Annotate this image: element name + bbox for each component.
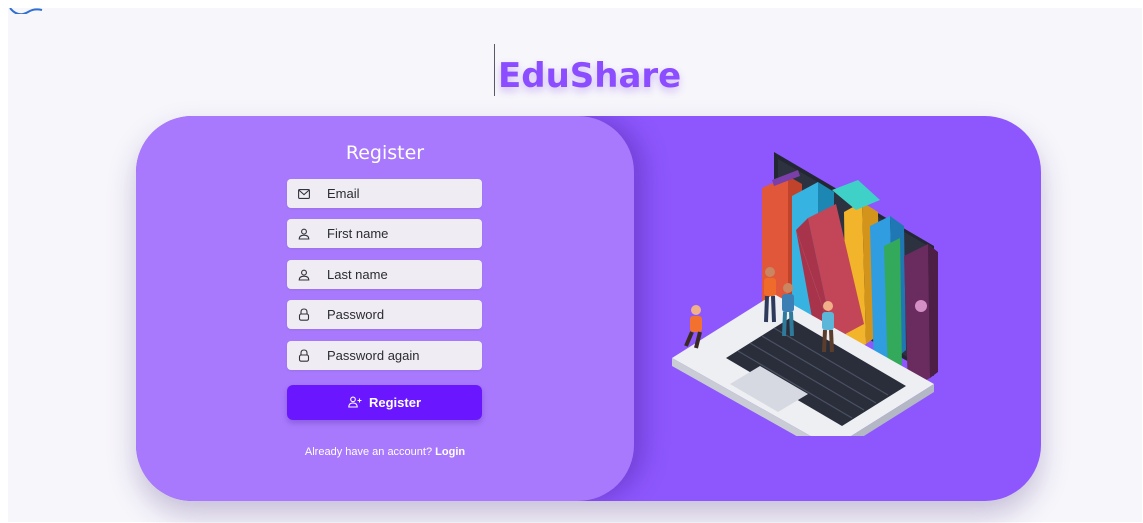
- app-logo: EduShare: [498, 56, 682, 96]
- laptop-books-illustration: [666, 146, 946, 456]
- first-name-field[interactable]: First name: [287, 219, 482, 248]
- corner-artifact-icon: [8, 8, 44, 14]
- register-button[interactable]: Register: [287, 385, 482, 420]
- register-card: Register Email First name Last name Pass…: [136, 116, 1041, 501]
- last-name-placeholder: Last name: [327, 267, 388, 282]
- lock-icon: [297, 308, 311, 322]
- email-placeholder: Email: [327, 186, 360, 201]
- user-add-icon: [348, 396, 362, 410]
- form-title: Register: [345, 142, 425, 164]
- text-cursor: [494, 44, 495, 96]
- user-icon: [297, 227, 311, 241]
- login-link[interactable]: Login: [435, 446, 465, 458]
- mail-icon: [297, 187, 311, 201]
- password-again-placeholder: Password again: [327, 348, 420, 363]
- password-again-field[interactable]: Password again: [287, 341, 482, 370]
- login-prompt-text: Already have an account?: [304, 446, 433, 458]
- email-field[interactable]: Email: [287, 179, 482, 208]
- register-button-label: Register: [368, 395, 422, 410]
- password-placeholder: Password: [327, 307, 385, 322]
- login-prompt: Already have an account? Login: [136, 446, 634, 458]
- password-field[interactable]: Password: [287, 300, 482, 329]
- page-background: EduShare Register Email First name Last …: [8, 8, 1142, 522]
- first-name-placeholder: First name: [327, 226, 389, 241]
- lock-icon: [297, 349, 311, 363]
- last-name-field[interactable]: Last name: [287, 260, 482, 289]
- user-icon: [297, 268, 311, 282]
- register-form: Register Email First name Last name Pass…: [136, 116, 634, 501]
